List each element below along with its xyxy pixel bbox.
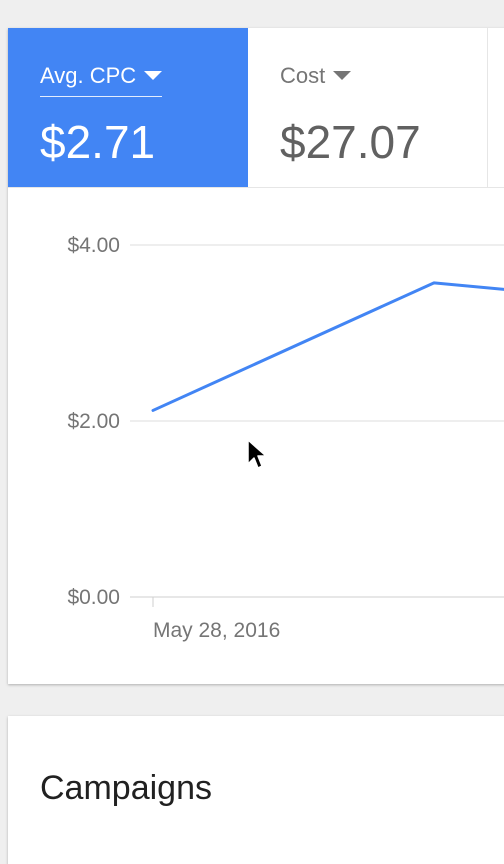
metric-value-cost: $27.07 [280,116,421,168]
dropdown-caret-icon [144,70,163,80]
metric-selector-avg-cpc[interactable]: Avg. CPC [40,62,163,97]
line-chart: $4.00 $2.00 $0.00 May 28, 2016 [8,188,504,684]
y-tick-label: $0.00 [67,586,120,609]
metric-tabs: Avg. CPC $2.71 Cost $27.07 [8,28,504,188]
metric-value-avg-cpc: $2.71 [40,116,156,168]
metric-tab-avg-cpc[interactable]: Avg. CPC $2.71 [8,28,248,187]
page: Avg. CPC $2.71 Cost $27.07 $4.00 $2.00 $0.… [0,0,504,864]
y-tick-label: $2.00 [67,410,120,433]
series-line [151,281,504,412]
chart-svg: $4.00 $2.00 $0.00 May 28, 2016 [67,234,504,642]
metric-label-avg-cpc: Avg. CPC [40,63,137,88]
metric-label-cost: Cost [280,63,326,88]
campaigns-card: Campaigns [8,716,504,864]
performance-card: Avg. CPC $2.71 Cost $27.07 $4.00 $2.00 $0.… [8,28,504,684]
campaigns-title: Campaigns [40,769,212,807]
x-tick-label: May 28, 2016 [153,619,280,642]
dropdown-caret-icon [333,70,352,80]
y-tick-label: $4.00 [67,234,120,257]
metric-selector-cost[interactable]: Cost [280,62,352,90]
metric-tab-cost[interactable]: Cost $27.07 [248,28,488,187]
